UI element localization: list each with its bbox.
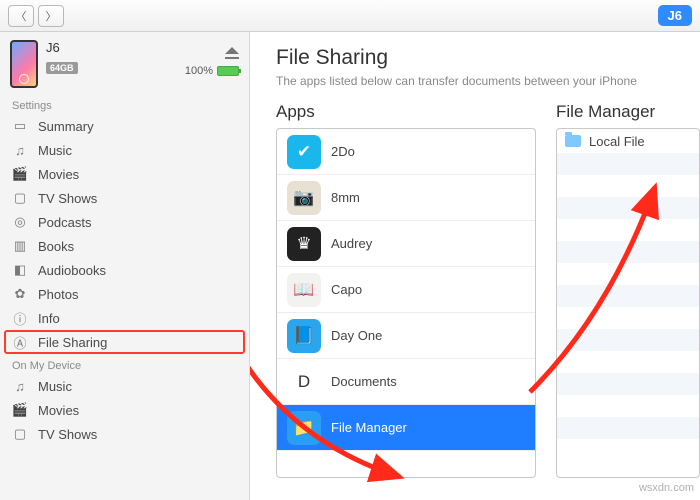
music-icon: ♫	[12, 378, 28, 394]
apps-column-header: Apps	[276, 102, 536, 122]
filesharing-icon: Ⓐ	[12, 334, 28, 350]
files-column-header: File Manager	[556, 102, 700, 122]
sidebar-item-books[interactable]: ▥Books	[0, 234, 249, 258]
app-row[interactable]: 📁 File Manager	[277, 405, 535, 451]
app-icon: ♛	[287, 227, 321, 261]
battery-icon	[217, 66, 239, 76]
app-row[interactable]: 📘 Day One	[277, 313, 535, 359]
sidebar-item-audiobooks[interactable]: ◧Audiobooks	[0, 258, 249, 282]
nav-back-button[interactable]: 〈	[8, 5, 34, 27]
sidebar-device-tv-shows[interactable]: ▢TV Shows	[0, 422, 249, 446]
battery-percent: 100%	[185, 65, 213, 77]
file-label: Local File	[589, 134, 645, 149]
sidebar-device-music[interactable]: ♫Music	[0, 374, 249, 398]
page-title: File Sharing	[276, 46, 700, 70]
device-name: J6	[46, 40, 177, 55]
app-icon: 📷	[287, 181, 321, 215]
settings-section-header: Settings	[0, 94, 249, 114]
app-row[interactable]: ✔ 2Do	[277, 129, 535, 175]
podcasts-icon: ◎	[12, 214, 28, 230]
app-label: 8mm	[331, 190, 360, 205]
sidebar-item-info[interactable]: ⓘInfo	[0, 306, 249, 330]
sidebar-item-movies[interactable]: 🎬Movies	[0, 162, 249, 186]
app-label: Documents	[331, 374, 397, 389]
app-row[interactable]: 📖 Capo	[277, 267, 535, 313]
sidebar-item-tv-shows[interactable]: ▢TV Shows	[0, 186, 249, 210]
app-label: Day One	[331, 328, 382, 343]
app-icon: 📖	[287, 273, 321, 307]
content-pane: File Sharing The apps listed below can t…	[250, 32, 700, 500]
app-label: 2Do	[331, 144, 355, 159]
apps-list[interactable]: ✔ 2Do 📷 8mm ♛ Audrey 📖 Capo 📘 Day One D Documents 📁 F…	[276, 128, 536, 478]
sidebar-device-movies[interactable]: 🎬Movies	[0, 398, 249, 422]
eject-icon[interactable]	[225, 40, 239, 59]
tv-icon: ▢	[12, 426, 28, 442]
movies-icon: 🎬	[12, 166, 28, 182]
nav-forward-button[interactable]: 〉	[38, 5, 64, 27]
app-icon: 📁	[287, 411, 321, 445]
books-icon: ▥	[12, 238, 28, 254]
music-icon: ♫	[12, 142, 28, 158]
photos-icon: ✿	[12, 286, 28, 302]
movies-icon: 🎬	[12, 402, 28, 418]
tv-icon: ▢	[12, 190, 28, 206]
summary-icon: ▭	[12, 118, 28, 134]
app-row[interactable]: D Documents	[277, 359, 535, 405]
app-label: Audrey	[331, 236, 372, 251]
info-icon: ⓘ	[12, 310, 28, 326]
sidebar-item-summary[interactable]: ▭Summary	[0, 114, 249, 138]
sidebar-item-podcasts[interactable]: ◎Podcasts	[0, 210, 249, 234]
files-list[interactable]: Local File	[556, 128, 700, 478]
app-label: Capo	[331, 282, 362, 297]
app-icon: D	[287, 365, 321, 399]
on-device-section-header: On My Device	[0, 354, 249, 374]
file-row[interactable]: Local File	[557, 129, 699, 153]
app-row[interactable]: ♛ Audrey	[277, 221, 535, 267]
sidebar: J6 64GB 100% Settings ▭Summary ♫Music 🎬M…	[0, 32, 250, 500]
device-header: J6 64GB 100%	[0, 32, 249, 94]
device-badge[interactable]: J6	[658, 5, 692, 26]
sidebar-item-music[interactable]: ♫Music	[0, 138, 249, 162]
app-icon: ✔	[287, 135, 321, 169]
app-row[interactable]: 📷 8mm	[277, 175, 535, 221]
sidebar-item-file-sharing[interactable]: ⒶFile Sharing	[4, 330, 245, 354]
device-capacity: 64GB	[46, 62, 78, 74]
app-label: File Manager	[331, 420, 407, 435]
watermark: wsxdn.com	[639, 482, 694, 494]
app-icon: 📘	[287, 319, 321, 353]
folder-icon	[565, 135, 581, 147]
audiobooks-icon: ◧	[12, 262, 28, 278]
page-subtitle: The apps listed below can transfer docum…	[276, 74, 700, 88]
device-thumbnail-icon	[10, 40, 38, 88]
sidebar-item-photos[interactable]: ✿Photos	[0, 282, 249, 306]
